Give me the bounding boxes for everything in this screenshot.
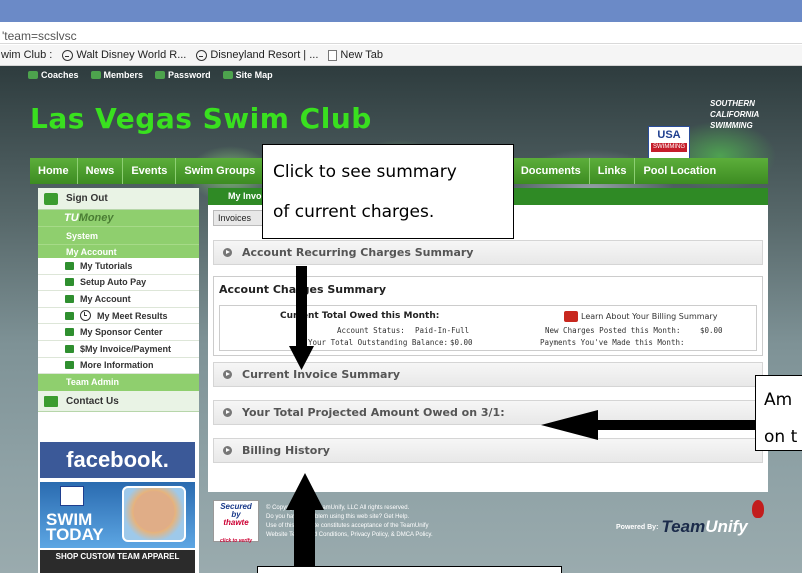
menu-news[interactable]: News (78, 158, 124, 184)
projected-amount-section[interactable]: Your Total Projected Amount Owed on 3/1: (213, 400, 763, 425)
sidebar-item-my-sponsor-center[interactable]: My Sponsor Center (38, 324, 199, 341)
bookmark-swim-club[interactable]: wim Club : (1, 49, 52, 61)
sidebar-my-account-header[interactable]: My Account (38, 244, 199, 258)
menu-home[interactable]: Home (30, 158, 78, 184)
bullet-icon (65, 311, 74, 320)
bullet-icon (65, 344, 74, 353)
bookmark-walt-disney-world[interactable]: Walt Disney World R... (62, 49, 186, 61)
website-area: Coaches Members Password Site Map Las Ve… (0, 66, 802, 573)
apparel-banner[interactable]: SHOP CUSTOM TEAM APPAREL (40, 550, 195, 573)
globe-icon (196, 49, 208, 61)
globe-icon (62, 49, 74, 61)
top-nav-password[interactable]: Password (155, 70, 211, 80)
menu-documents[interactable]: Documents (513, 158, 590, 184)
new-charges-label: New Charges Posted this Month: (545, 326, 681, 335)
arrow-icon (28, 71, 38, 79)
outstanding-label: Your Total Outstanding Balance: (308, 338, 448, 347)
tu-money-link[interactable]: TU Money (38, 210, 199, 226)
clock-icon (80, 310, 91, 322)
sidebar-item-more-information[interactable]: More Information (38, 358, 199, 375)
menu-links[interactable]: Links (590, 158, 636, 184)
recurring-charges-section[interactable]: Account Recurring Charges Summary (213, 240, 763, 265)
bullet-icon (65, 328, 74, 337)
expand-icon (223, 446, 232, 455)
top-nav: Coaches Members Password Site Map (28, 70, 273, 80)
outstanding-value: $0.00 (450, 338, 473, 347)
billing-icon (564, 311, 578, 322)
sign-out-icon (44, 192, 58, 205)
sidebar: Sign Out TU Money System My Account My Tu… (38, 188, 199, 573)
contact-us-button[interactable]: Contact Us (38, 391, 199, 413)
annotation-callout-right: Am on t (755, 375, 802, 451)
address-bar[interactable]: 'team=scslvsc (0, 22, 802, 44)
current-invoice-section[interactable]: Current Invoice Summary (213, 362, 763, 387)
expand-icon (223, 408, 232, 417)
bullet-icon (65, 278, 74, 287)
account-charges-summary: Account Charges Summary Current Total Ow… (213, 276, 763, 356)
learn-billing-link[interactable]: Learn About Your Billing Summary (564, 311, 717, 322)
menu-events[interactable]: Events (123, 158, 177, 184)
status-value: Paid-In-Full (415, 326, 470, 335)
facebook-banner[interactable]: facebook. (40, 442, 195, 478)
billing-history-section[interactable]: Billing History (213, 438, 763, 463)
teamunify-logo[interactable]: Powered By: TeamUnify (616, 517, 748, 537)
region-logo: SOUTHERN CALIFORNIA SWIMMING (710, 99, 760, 130)
top-nav-coaches[interactable]: Coaches (28, 70, 79, 80)
bookmarks-bar: wim Club : Walt Disney World R... Disney… (0, 45, 802, 66)
sitemap-icon (222, 71, 233, 79)
sidebar-team-admin[interactable]: Team Admin (38, 374, 199, 392)
expand-icon (223, 248, 232, 257)
bullet-icon (65, 294, 74, 303)
sidebar-item-my-account[interactable]: My Account (38, 291, 199, 308)
bookmark-new-tab[interactable]: New Tab (328, 49, 383, 61)
secured-by-thawte-seal[interactable]: Secured by thawte click to verify (213, 500, 259, 544)
sidebar-item-setup-auto-pay[interactable]: Setup Auto Pay (38, 275, 199, 292)
envelope-icon (44, 395, 58, 407)
expand-icon (223, 370, 232, 379)
sidebar-item-my-tutorials[interactable]: My Tutorials (38, 258, 199, 275)
key-icon (90, 71, 101, 79)
bullet-icon (65, 261, 74, 270)
payments-label: Payments You've Made this Month: (540, 338, 685, 347)
new-charges-value: $0.00 (700, 326, 723, 335)
swimmer-photo (122, 486, 186, 542)
flame-icon (752, 500, 764, 518)
top-nav-members[interactable]: Members (90, 70, 143, 80)
page-icon (328, 49, 338, 61)
usa-swimming-badge (60, 486, 84, 506)
status-label: Account Status: (337, 326, 405, 335)
menu-pool-location[interactable]: Pool Location (635, 158, 724, 184)
sidebar-item-my-meet-results[interactable]: My Meet Results (38, 308, 199, 325)
footer-text: © Copyright 2014. TeamUnify, LLC All rig… (266, 505, 433, 538)
browser-title-bar (0, 0, 802, 22)
annotation-callout-bottom (257, 566, 562, 573)
site-title: Las Vegas Swim Club (30, 102, 372, 135)
owed-label: Current Total Owed this Month: (280, 311, 440, 321)
bullet-icon (65, 361, 74, 370)
sign-out-button[interactable]: Sign Out (38, 188, 199, 210)
url-text: 'team=scslvsc (2, 29, 77, 43)
menu-swim-groups[interactable]: Swim Groups (176, 158, 265, 184)
bookmark-disneyland[interactable]: Disneyland Resort | ... (196, 49, 318, 61)
sidebar-item-my-invoice-payment[interactable]: $My Invoice/Payment (38, 341, 199, 358)
annotation-callout: Click to see summary of current charges. (262, 144, 514, 239)
lock-icon (155, 71, 166, 79)
sidebar-system[interactable]: System (38, 226, 199, 244)
swim-today-ad[interactable]: SWIM TODAY (40, 482, 195, 548)
account-charges-details: Current Total Owed this Month: Account S… (219, 305, 757, 351)
top-nav-site-map[interactable]: Site Map (222, 70, 273, 80)
usa-swimming-logo: USA SWIMMING (648, 126, 690, 160)
